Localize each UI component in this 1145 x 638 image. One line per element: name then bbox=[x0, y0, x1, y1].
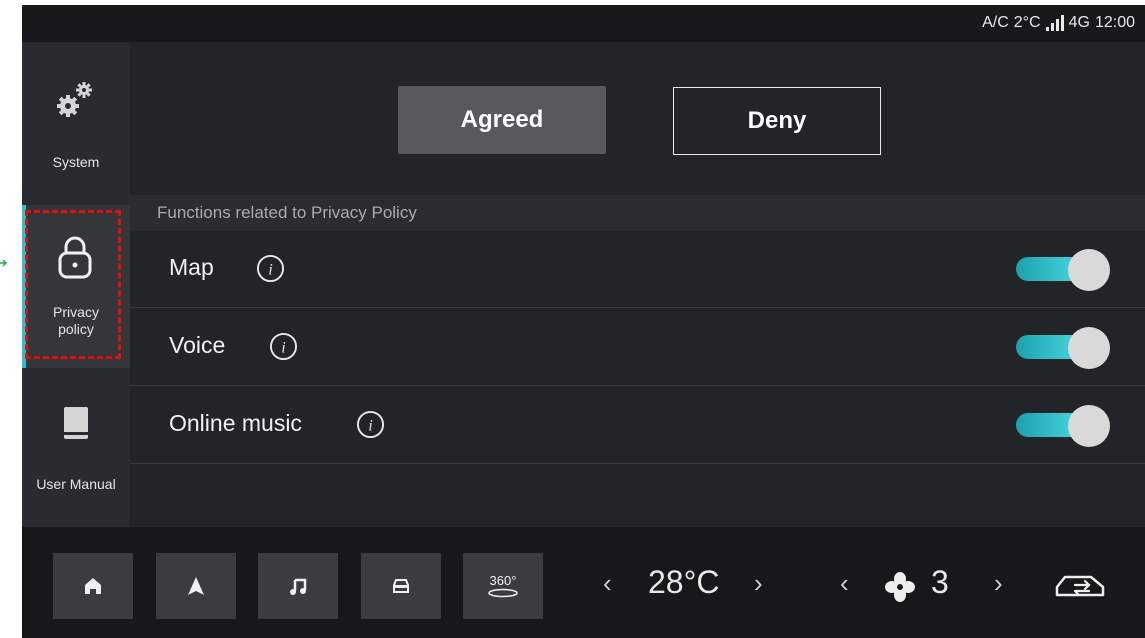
navigation-icon bbox=[188, 577, 204, 595]
info-icon[interactable]: i bbox=[356, 410, 385, 439]
agreed-button[interactable]: Agreed bbox=[398, 86, 606, 154]
fan-level: 3 bbox=[931, 564, 949, 600]
info-icon[interactable]: i bbox=[269, 332, 298, 361]
privacy-panel: Agreed Deny Functions related to Privacy… bbox=[130, 42, 1145, 527]
outside-temp: 2°C bbox=[1013, 14, 1041, 31]
ac-label: A/C bbox=[982, 14, 1009, 31]
sidebar-item-system[interactable]: System bbox=[22, 42, 130, 202]
book-icon bbox=[64, 407, 88, 439]
toggle-knob bbox=[1068, 327, 1110, 369]
network-label: 4G bbox=[1068, 14, 1090, 31]
list-item-online-music: Online music i bbox=[130, 387, 1145, 464]
selection-highlight bbox=[25, 210, 121, 359]
music-button[interactable] bbox=[258, 553, 338, 619]
sidebar-item-label: User Manual bbox=[36, 476, 116, 492]
home-button[interactable] bbox=[53, 553, 133, 619]
navigation-button[interactable] bbox=[156, 553, 236, 619]
360-view-label: 360° bbox=[489, 573, 517, 588]
air-recirculation-icon[interactable] bbox=[1053, 571, 1109, 605]
temp-increase-icon[interactable]: › bbox=[754, 568, 763, 599]
vehicle-button[interactable] bbox=[361, 553, 441, 619]
fan-icon bbox=[885, 572, 915, 602]
fan-increase-icon[interactable]: › bbox=[994, 568, 1003, 599]
fan-decrease-icon[interactable]: ‹ bbox=[840, 568, 849, 599]
sidebar-item-user-manual[interactable]: User Manual bbox=[22, 368, 130, 527]
gear-icon bbox=[57, 82, 92, 117]
sidebar-item-label: System bbox=[52, 154, 100, 170]
toggle-knob bbox=[1068, 249, 1110, 291]
svg-text:i: i bbox=[281, 339, 285, 356]
toggle-knob bbox=[1068, 405, 1110, 447]
list-item-map: Map i bbox=[130, 231, 1145, 308]
sidebar: System Privacy policy User Manual bbox=[22, 42, 130, 527]
music-icon bbox=[290, 578, 307, 595]
map-toggle[interactable] bbox=[1016, 249, 1112, 291]
temp-decrease-icon[interactable]: ‹ bbox=[603, 568, 612, 599]
clock: 12:00 bbox=[1094, 14, 1135, 31]
bottom-dock: 360° ‹ 28°C › ‹ 3 › bbox=[22, 527, 1145, 638]
360-view-button[interactable]: 360° bbox=[463, 553, 543, 619]
svg-text:i: i bbox=[368, 417, 372, 434]
svg-text:i: i bbox=[268, 261, 272, 278]
function-name: Map bbox=[169, 254, 214, 280]
online-music-toggle[interactable] bbox=[1016, 405, 1112, 447]
function-name: Voice bbox=[169, 332, 226, 358]
function-name: Online music bbox=[169, 410, 302, 436]
pointer-arrow-icon bbox=[0, 259, 8, 267]
status-info: A/C 2°C 4G 12:00 bbox=[982, 14, 1135, 32]
temperature-display: 28°C bbox=[648, 564, 720, 600]
voice-toggle[interactable] bbox=[1016, 327, 1112, 369]
section-title: Functions related to Privacy Policy bbox=[130, 195, 1145, 231]
home-icon bbox=[85, 578, 101, 594]
deny-button[interactable]: Deny bbox=[673, 87, 881, 155]
signal-icon bbox=[1045, 15, 1064, 31]
status-bar: A/C 2°C 4G 12:00 bbox=[22, 5, 1145, 42]
list-item-voice: Voice i bbox=[130, 309, 1145, 386]
360-view-icon bbox=[488, 588, 518, 598]
car-icon bbox=[393, 579, 409, 593]
info-icon[interactable]: i bbox=[256, 254, 285, 283]
infotainment-screen: A/C 2°C 4G 12:00 System Privacy policy U… bbox=[22, 5, 1145, 638]
